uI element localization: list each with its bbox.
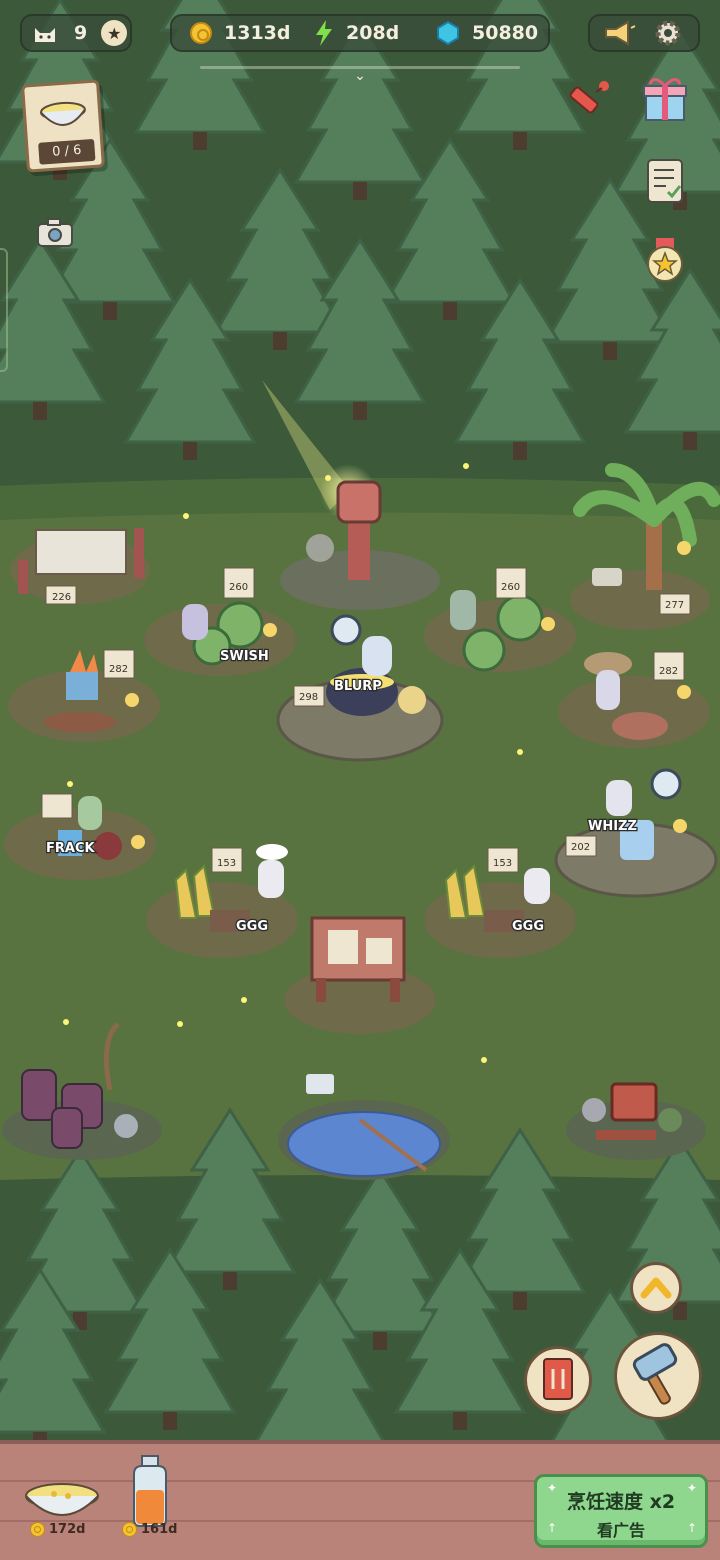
hammer-icon [632, 1343, 678, 1405]
megaphone-icon[interactable] [602, 20, 636, 46]
chevron-down-icon[interactable]: ⌄ [350, 68, 370, 84]
station-level-label: 282 [109, 664, 128, 675]
side-drawer-tab[interactable] [0, 248, 8, 372]
price-label: 172d [30, 1522, 85, 1537]
station-level-label: 260 [501, 582, 520, 593]
star-badge-icon[interactable]: ★ [101, 20, 128, 46]
chevron-up-icon [640, 1277, 672, 1299]
game-scene[interactable]: 226 260 SWISH 260 277 282 298 BLURP 282 … [0, 0, 720, 1440]
lightning-icon [314, 20, 334, 46]
station-level-label: 226 [52, 592, 71, 603]
price-value: 172d [49, 1522, 86, 1537]
station-level-label: 277 [665, 600, 684, 611]
cat-icon [32, 22, 58, 44]
resource-bar[interactable]: 1313d 208d 50880 [170, 14, 550, 52]
camera-icon[interactable] [36, 216, 74, 248]
sfx-label: FRACK [46, 841, 95, 856]
coin-icon [122, 1522, 137, 1537]
recipe-book-icon [543, 1358, 573, 1400]
firework-icon[interactable] [562, 74, 612, 124]
station-level-label: 153 [217, 858, 236, 869]
build-hammer-button[interactable] [614, 1332, 702, 1420]
sfx-label: GGG [512, 919, 544, 934]
soup-bowl-icon [39, 101, 86, 126]
speed-boost-title: 烹饪速度 x2 [566, 1491, 676, 1513]
sfx-label: SWISH [220, 649, 269, 664]
sfx-label: BLURP [334, 679, 382, 694]
inventory-item-juice-jar[interactable]: 161d [112, 1444, 202, 1540]
sfx-label: GGG [236, 919, 268, 934]
price-value: 161d [141, 1522, 178, 1537]
watch-ad-label: 看广告 [596, 1521, 645, 1540]
gift-icon[interactable] [640, 74, 690, 124]
coin-icon [30, 1522, 45, 1537]
task-list-icon[interactable] [640, 156, 690, 206]
star-medal-icon[interactable] [640, 236, 690, 286]
coin-icon [190, 22, 212, 44]
cat-count: 9 [74, 22, 88, 44]
cat-count-pill[interactable]: 9 ★ [20, 14, 132, 52]
inventory-item-corn-soup[interactable]: 172d [20, 1444, 110, 1540]
gear-icon[interactable] [654, 19, 682, 47]
sfx-label: WHIZZ [588, 819, 637, 834]
station-level-label: 260 [229, 582, 248, 593]
recipe-book-button[interactable] [524, 1346, 592, 1414]
price-label: 161d [122, 1522, 177, 1537]
energy-amount: 208d [346, 22, 400, 44]
station-level-label: 282 [659, 666, 678, 677]
station-level-label: 202 [571, 842, 590, 853]
settings-pill[interactable] [588, 14, 700, 52]
expand-up-button[interactable] [630, 1262, 682, 1314]
juice-jar-icon [133, 1455, 167, 1527]
gem-icon [436, 20, 460, 46]
cooking-speed-ad-button[interactable]: ✦ ✦ ↑ ↑ 烹饪速度 x2 看广告 [534, 1474, 708, 1548]
recipe-card[interactable]: 0 / 6 [21, 79, 105, 173]
coin-amount: 1313d [224, 22, 291, 44]
station-level-label: 298 [299, 692, 318, 703]
gem-amount: 50880 [472, 22, 539, 44]
station-level-label: 153 [493, 858, 512, 869]
recipe-progress: 0 / 6 [38, 138, 96, 165]
